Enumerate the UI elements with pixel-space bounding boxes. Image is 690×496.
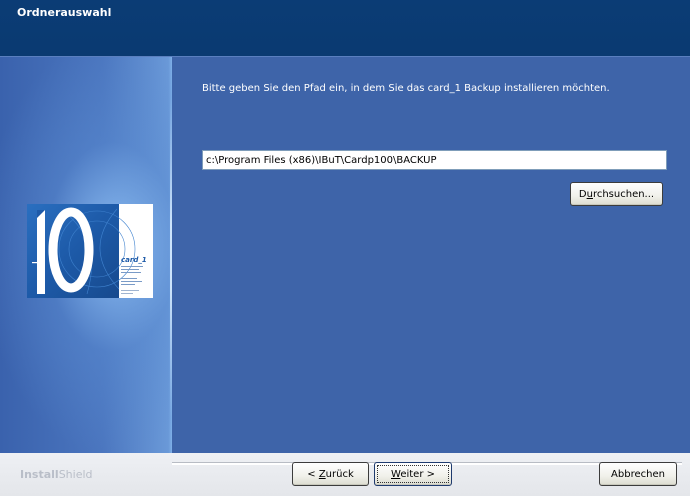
brand-install: Install bbox=[20, 468, 59, 481]
instruction-text: Bitte geben Sie den Pfad ein, in dem Sie… bbox=[202, 83, 610, 94]
back-label-pre: < bbox=[307, 468, 319, 480]
next-button[interactable]: Weiter > bbox=[374, 462, 452, 486]
next-label-post: eiter > bbox=[400, 468, 435, 480]
product-logo-graphic: card_1 bbox=[27, 204, 153, 298]
brand-shield: Shield bbox=[58, 468, 93, 481]
next-label-accel: W bbox=[391, 468, 401, 480]
install-path-input[interactable] bbox=[202, 150, 667, 170]
dialog-header: Ordnerauswahl bbox=[0, 0, 690, 57]
side-divider-line bbox=[170, 97, 172, 417]
cancel-button[interactable]: Abbrechen bbox=[599, 462, 677, 486]
browse-label-post: rchsuchen... bbox=[592, 188, 655, 200]
back-button[interactable]: < Zurück bbox=[292, 462, 369, 486]
back-label-accel: Z bbox=[318, 468, 326, 480]
product-logo: card_1 bbox=[27, 204, 153, 298]
dialog-title: Ordnerauswahl bbox=[17, 6, 112, 19]
installshield-brand: InstallShield bbox=[20, 468, 93, 481]
dialog-body: card_1 Bitte geben Sie den Pfad ein, in … bbox=[0, 57, 690, 453]
browse-button[interactable]: Durchsuchen... bbox=[570, 182, 663, 206]
browse-label-pre: D bbox=[578, 188, 587, 200]
dialog-footer: InstallShield < Zurück Weiter > Abbreche… bbox=[0, 453, 690, 496]
logo-brand-text: card_1 bbox=[121, 256, 147, 264]
back-label-post: urück bbox=[325, 468, 354, 480]
